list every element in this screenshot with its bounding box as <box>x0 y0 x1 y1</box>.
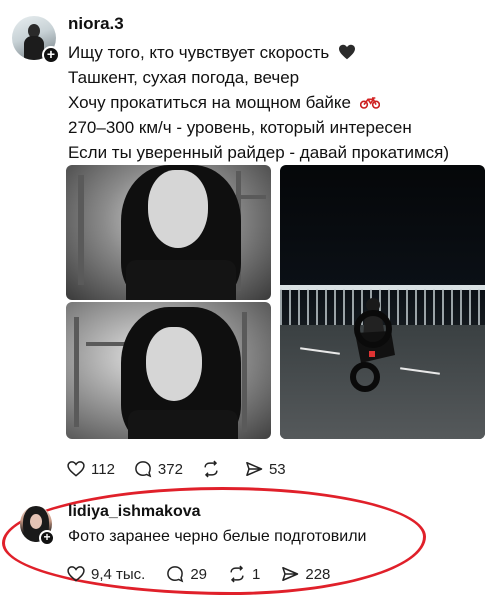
repost-icon <box>230 565 244 583</box>
author-avatar[interactable]: + <box>12 16 60 64</box>
photo-selfie-bottom[interactable] <box>66 302 271 439</box>
comment-button[interactable]: 372 <box>133 459 183 479</box>
like-button[interactable]: 112 <box>66 459 115 479</box>
post-text-line: Если ты уверенный райдер - давай прокати… <box>68 143 450 162</box>
comment-count: 372 <box>157 460 183 478</box>
reply-author-avatar[interactable]: + <box>20 506 55 546</box>
reply-actions: 9,4 тыс. 29 1 228 <box>66 564 350 584</box>
share-count: 228 <box>305 565 331 583</box>
post-actions: 112 372 53 <box>66 458 304 480</box>
motorcycle-icon <box>359 97 380 109</box>
reply-text: Фото заранее черно белые подготовили <box>68 528 367 545</box>
send-icon <box>282 567 299 581</box>
post-text-line: 270–300 км/ч - уровень, который интересе… <box>68 118 412 137</box>
post-text: Ищу того, кто чувствует скорость Ташкент… <box>68 40 488 165</box>
comment-icon <box>135 461 152 478</box>
reply-share-button[interactable]: 228 <box>280 564 330 584</box>
repost-button[interactable] <box>201 459 226 479</box>
repost-count: 1 <box>252 565 261 583</box>
comment-icon <box>167 566 184 583</box>
post-username[interactable]: niora.3 <box>68 14 124 34</box>
post-text-line: Хочу прокатиться на мощном байке <box>68 90 488 115</box>
reply-username[interactable]: lidiya_ishmakova <box>68 503 201 521</box>
like-count: 112 <box>91 460 115 478</box>
heart-icon <box>67 461 85 477</box>
post-text-line: Ищу того, кто чувствует скорость <box>68 40 488 65</box>
black-heart-icon <box>339 44 356 60</box>
heart-icon <box>67 566 85 582</box>
reply-comment-button[interactable]: 29 <box>165 564 207 584</box>
post-card: + niora.3 Ищу того, кто чувствует скорос… <box>0 0 500 600</box>
share-button[interactable]: 53 <box>244 459 286 479</box>
follow-plus-icon[interactable]: + <box>42 46 60 64</box>
reply-repost-button[interactable]: 1 <box>227 564 260 584</box>
like-count: 9,4 тыс. <box>91 565 146 583</box>
photo-selfie-top[interactable] <box>66 165 271 300</box>
reply-like-button[interactable]: 9,4 тыс. <box>66 564 145 584</box>
comment-count: 29 <box>190 565 208 583</box>
send-icon <box>246 462 263 476</box>
photo-motorcycle-night[interactable] <box>280 165 485 439</box>
post-text-line: Ташкент, сухая погода, вечер <box>68 68 300 87</box>
motorcycle-rider-image <box>350 298 395 392</box>
share-count: 53 <box>268 460 286 478</box>
repost-icon <box>204 460 218 478</box>
follow-plus-icon[interactable]: + <box>39 530 55 546</box>
